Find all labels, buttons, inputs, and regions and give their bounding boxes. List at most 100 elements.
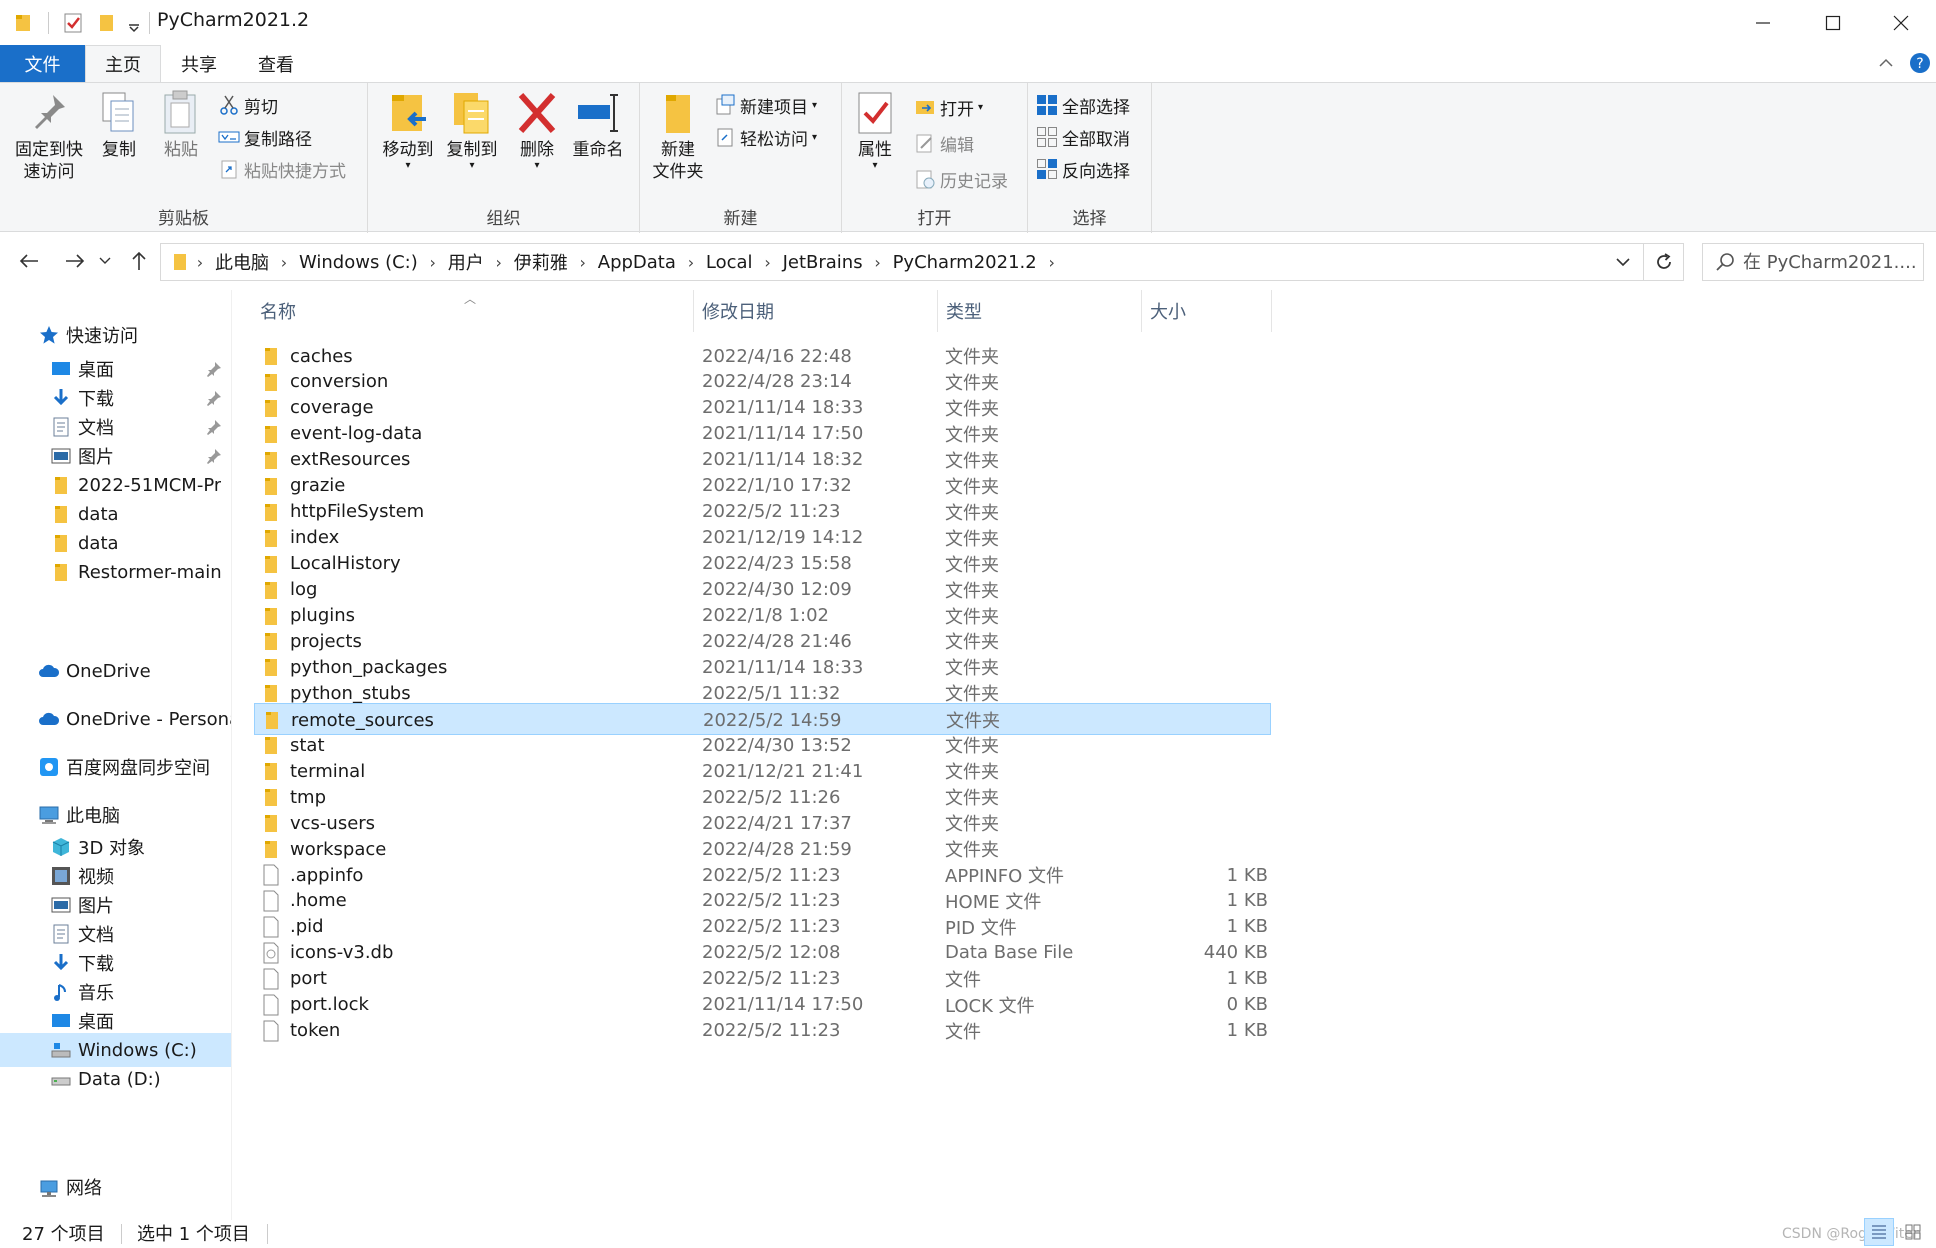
column-header-date[interactable]: 修改日期 xyxy=(694,290,938,332)
tab-view[interactable]: 查看 xyxy=(237,45,315,82)
paste-shortcut-button[interactable]: 粘贴快捷方式 xyxy=(218,155,346,183)
copy-button[interactable]: 复制 xyxy=(94,89,144,161)
column-header-name[interactable]: 名称 ︿ xyxy=(252,290,694,332)
help-button[interactable]: ? xyxy=(1906,49,1934,77)
collapse-ribbon-button[interactable] xyxy=(1872,49,1900,77)
breadcrumb-users[interactable]: 用户 xyxy=(444,249,488,275)
tab-home[interactable]: 主页 xyxy=(85,45,161,82)
new-item-dropdown-icon: ▾ xyxy=(812,99,818,111)
breadcrumb-pycharm[interactable]: PyCharm2021.2 xyxy=(889,252,1041,273)
breadcrumb-appdata[interactable]: AppData xyxy=(594,252,680,273)
address-bar[interactable]: › 此电脑 › Windows (C:) › 用户 › 伊莉雅 › AppDat… xyxy=(160,243,1644,281)
nav-this-pc[interactable]: 此电脑 xyxy=(0,798,232,832)
delete-button[interactable]: 删除 ▾ xyxy=(512,89,562,171)
folder-icon xyxy=(265,815,277,833)
search-input[interactable] xyxy=(1743,251,1923,273)
open-button[interactable]: 打开 ▾ xyxy=(914,93,983,121)
search-icon xyxy=(1716,253,1734,271)
pin-icon[interactable] xyxy=(206,419,222,435)
file-name: event-log-data xyxy=(290,423,423,445)
pin-icon[interactable] xyxy=(206,448,222,464)
details-view-button[interactable] xyxy=(1864,1218,1894,1246)
pane-divider[interactable] xyxy=(231,290,232,1220)
paste-button[interactable]: 粘贴 xyxy=(156,89,206,161)
forward-button[interactable] xyxy=(58,246,92,276)
properties-button[interactable]: 属性 ▾ xyxy=(848,89,902,171)
properties-dropdown-icon: ▾ xyxy=(872,160,878,171)
breadcrumb-windows-c[interactable]: Windows (C:) xyxy=(295,252,422,273)
copy-path-button[interactable]: 复制路径 xyxy=(218,123,312,151)
nav-onedrive[interactable]: OneDrive xyxy=(0,654,232,688)
tab-share[interactable]: 共享 xyxy=(161,45,237,82)
copy-to-button[interactable]: 复制到 ▾ xyxy=(440,89,504,171)
move-to-button[interactable]: 移动到 ▾ xyxy=(376,89,440,171)
file-name: .pid xyxy=(290,916,324,938)
file-type: 文件 xyxy=(945,1021,981,1043)
folder-icon xyxy=(266,712,278,730)
breadcrumb-separator-icon[interactable]: › xyxy=(572,253,594,272)
column-header-type[interactable]: 类型 xyxy=(938,290,1142,332)
pin-icon[interactable] xyxy=(206,390,222,406)
search-box[interactable] xyxy=(1702,243,1924,281)
easy-access-button[interactable]: 轻松访问 ▾ xyxy=(714,123,817,151)
breadcrumb-local[interactable]: Local xyxy=(702,252,757,273)
maximize-button[interactable] xyxy=(1798,0,1868,45)
edit-button[interactable]: 编辑 xyxy=(914,129,974,157)
nav-pc-item[interactable]: Data (D:) xyxy=(0,1062,232,1096)
history-button[interactable]: 历史记录 xyxy=(914,165,1008,193)
address-history-button[interactable] xyxy=(1603,244,1643,280)
breadcrumb-separator-icon[interactable]: › xyxy=(488,253,510,272)
nav-baidu-sync[interactable]: 百度网盘同步空间 xyxy=(0,750,232,784)
refresh-button[interactable] xyxy=(1644,243,1684,281)
file-name: projects xyxy=(290,630,362,652)
new-item-icon xyxy=(716,94,735,115)
chevron-up-icon xyxy=(1879,58,1893,67)
breadcrumb-jetbrains[interactable]: JetBrains xyxy=(779,252,867,273)
nav-onedrive-personal[interactable]: OneDrive - Persona xyxy=(0,702,232,736)
column-header-size[interactable]: 大小 xyxy=(1142,290,1272,332)
nav-quick-item[interactable]: Restormer-main xyxy=(0,555,232,589)
nav-quick-access[interactable]: 快速访问 xyxy=(0,318,232,352)
nav-network[interactable]: 网络 xyxy=(0,1170,232,1204)
breadcrumb-separator-icon[interactable]: › xyxy=(273,253,295,272)
minimize-button[interactable] xyxy=(1728,0,1798,45)
tab-file[interactable]: 文件 xyxy=(0,45,85,82)
select-none-button[interactable]: 全部取消 xyxy=(1036,123,1130,151)
file-name: .home xyxy=(290,890,347,912)
breadcrumb-separator-icon[interactable]: › xyxy=(422,253,444,272)
back-button[interactable] xyxy=(12,246,46,276)
cut-button[interactable]: 剪切 xyxy=(218,91,278,119)
invert-selection-button[interactable]: 反向选择 xyxy=(1036,155,1130,183)
recent-locations-button[interactable] xyxy=(94,246,116,276)
select-all-button[interactable]: 全部选择 xyxy=(1036,91,1130,119)
cloud-icon xyxy=(39,664,60,677)
breadcrumb-separator-icon: › xyxy=(196,252,204,272)
customize-toolbar-icon[interactable] xyxy=(127,11,141,35)
pin-quick-access-button[interactable]: 固定到快 速访问 xyxy=(8,89,90,183)
new-folder-icon[interactable] xyxy=(97,11,117,35)
large-icons-view-button[interactable] xyxy=(1898,1218,1928,1246)
file-row[interactable]: token 2022/5/2 11:23 文件 1 KB xyxy=(254,1015,1271,1047)
rename-button[interactable]: 重命名 xyxy=(566,89,630,161)
new-folder-label-1: 新建 xyxy=(661,140,695,160)
new-item-button[interactable]: 新建项目 ▾ xyxy=(714,91,817,119)
folder-icon xyxy=(265,555,277,573)
navigation-bar: › 此电脑 › Windows (C:) › 用户 › 伊莉雅 › AppDat… xyxy=(0,238,1936,284)
cube-icon xyxy=(52,838,70,856)
breadcrumb-separator-icon[interactable]: › xyxy=(1041,253,1063,272)
drive-icon xyxy=(51,1077,71,1086)
breadcrumb-separator-icon[interactable]: › xyxy=(867,253,889,272)
properties-icon[interactable] xyxy=(63,11,83,35)
svg-text:?: ? xyxy=(1916,56,1923,72)
breadcrumb-user[interactable]: 伊莉雅 xyxy=(510,249,572,275)
breadcrumb-separator-icon[interactable]: › xyxy=(680,253,702,272)
move-to-label: 移动到 xyxy=(382,140,434,160)
close-button[interactable] xyxy=(1866,0,1936,45)
breadcrumb-this-pc[interactable]: 此电脑 xyxy=(211,249,273,275)
pin-icon[interactable] xyxy=(206,361,222,377)
select-none-label: 全部取消 xyxy=(1062,129,1130,150)
new-folder-button[interactable]: 新建 文件夹 xyxy=(646,89,710,183)
star-icon xyxy=(40,326,58,344)
breadcrumb-separator-icon[interactable]: › xyxy=(757,253,779,272)
up-button[interactable] xyxy=(122,246,156,276)
